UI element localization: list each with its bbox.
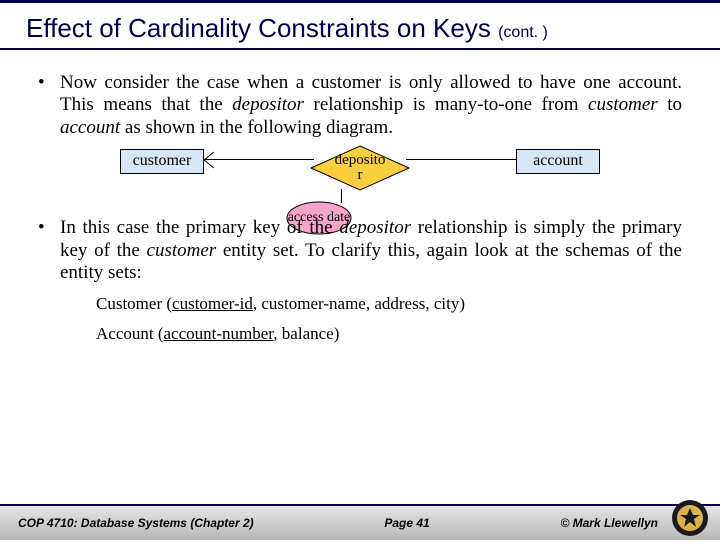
- bullet-1: • Now consider the case when a customer …: [38, 72, 682, 139]
- entity-account: account: [516, 149, 600, 174]
- slide-content: • Now consider the case when a customer …: [0, 50, 720, 345]
- slide-title: Effect of Cardinality Constraints on Key…: [0, 3, 720, 50]
- footer-left: COP 4710: Database Systems (Chapter 2): [18, 516, 254, 530]
- footer-page: Page 41: [254, 516, 561, 530]
- schema-block: Customer (customer-id, customer-name, ad…: [96, 294, 682, 344]
- edge-right: [406, 159, 516, 160]
- er-diagram: customer deposito r account access date: [38, 145, 682, 235]
- ucf-logo-icon: [670, 498, 710, 538]
- relationship-depositor: deposito r: [310, 145, 410, 191]
- attribute-access-date: access date: [286, 201, 352, 235]
- arrowhead-icon: [202, 151, 216, 169]
- title-cont: (cont. ): [498, 24, 548, 41]
- bullet-1-text: Now consider the case when a customer is…: [60, 72, 682, 139]
- edge-left: [204, 159, 314, 160]
- title-main: Effect of Cardinality Constraints on Key…: [26, 13, 491, 43]
- schema-customer: Customer (customer-id, customer-name, ad…: [96, 294, 682, 314]
- schema-account: Account (account-number, balance): [96, 324, 682, 344]
- footer: COP 4710: Database Systems (Chapter 2) P…: [0, 504, 720, 540]
- entity-customer: customer: [120, 149, 204, 174]
- bullet-dot: •: [38, 72, 60, 139]
